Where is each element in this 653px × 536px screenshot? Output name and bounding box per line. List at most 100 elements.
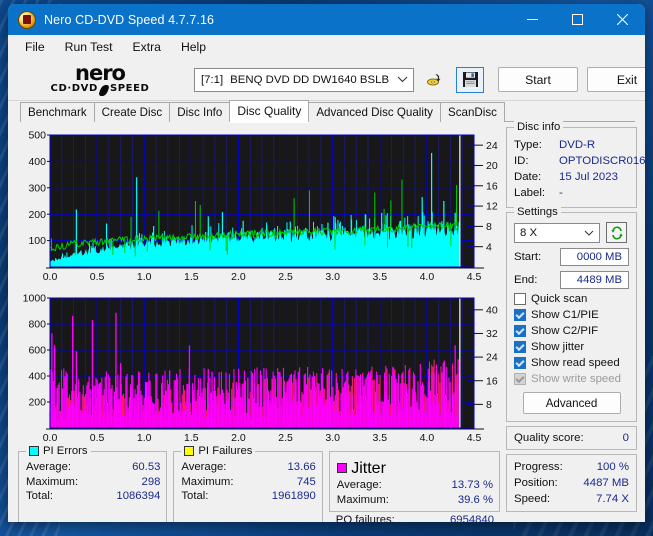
toolbar: nero CD·DVD SPEED [7:1] BENQ DVD DD DW16…: [8, 59, 645, 101]
refresh-speed-button[interactable]: [606, 222, 627, 243]
checkbox-box: [514, 357, 526, 369]
maximize-button[interactable]: [555, 4, 600, 35]
menu-file[interactable]: File: [16, 37, 54, 57]
svg-text:4: 4: [486, 241, 492, 253]
label: Total:: [26, 490, 54, 502]
eject-disc-button[interactable]: [421, 66, 449, 93]
label: Average:: [26, 461, 72, 473]
jitter-maximum-row: Maximum: 39.6 %: [337, 493, 493, 508]
tab-disc-quality[interactable]: Disc Quality: [229, 100, 310, 122]
tab-scandisc[interactable]: ScanDisc: [439, 102, 505, 122]
quality-score-label: Quality score:: [514, 432, 584, 444]
jitter-legend: Jitter: [336, 460, 493, 478]
checkbox-label: Show jitter: [531, 341, 585, 353]
position-row: Position: 4487 MB: [514, 475, 629, 491]
quality-score-value: 0: [622, 432, 629, 444]
checkbox-quick-scan[interactable]: Quick scan: [514, 293, 629, 305]
save-results-button[interactable]: [456, 66, 484, 93]
settings-group: Settings 8 X Start: 0000 MB End: 4489 MB…: [506, 206, 637, 422]
tab-advanced-disc-quality[interactable]: Advanced Disc Quality: [308, 102, 441, 122]
statistics-row: PI Errors Average: 60.53 Maximum: 298 To…: [18, 445, 500, 522]
drive-select[interactable]: [7:1] BENQ DVD DD DW1640 BSLB: [194, 67, 414, 92]
value: 7.74 X: [596, 493, 629, 505]
pi-failures-total-row: Total: 1961890: [181, 489, 315, 504]
label: ID:: [514, 155, 529, 167]
checkbox-box: [514, 373, 526, 385]
svg-text:1.0: 1.0: [137, 271, 152, 283]
app-window: Nero CD-DVD Speed 4.7.7.16 File Run Test…: [8, 4, 645, 522]
svg-text:8: 8: [486, 399, 492, 411]
close-button[interactable]: [600, 4, 645, 35]
tab-benchmark[interactable]: Benchmark: [20, 102, 95, 122]
disc-date-row: Date: 15 Jul 2023: [514, 169, 629, 185]
disc-info-group: Disc info Type: DVD-R ID: OPTODISCR016 D…: [506, 121, 645, 208]
checkbox-box: [514, 341, 526, 353]
label: Date:: [514, 171, 542, 183]
svg-text:200: 200: [28, 209, 46, 221]
svg-text:600: 600: [28, 345, 46, 357]
jitter-color-swatch: [336, 463, 347, 473]
checkbox-label: Quick scan: [531, 293, 588, 305]
end-input[interactable]: 4489 MB: [560, 271, 629, 289]
speed-select[interactable]: 8 X: [514, 222, 600, 243]
checkbox-label: Show C2/PIF: [531, 325, 599, 337]
svg-text:2.0: 2.0: [231, 432, 246, 444]
drive-index: [7:1]: [201, 73, 224, 86]
label: Average:: [181, 461, 227, 473]
svg-text:2.5: 2.5: [278, 432, 293, 444]
svg-text:3.5: 3.5: [372, 271, 387, 283]
tab-create-disc[interactable]: Create Disc: [93, 102, 171, 122]
svg-text:4.5: 4.5: [467, 432, 482, 444]
quality-score-box: Quality score: 0: [506, 426, 637, 450]
pi-errors-stats: PI Errors Average: 60.53 Maximum: 298 To…: [18, 445, 168, 522]
checkbox-box: [514, 309, 526, 321]
svg-text:2.0: 2.0: [231, 271, 246, 283]
svg-text:4.5: 4.5: [467, 271, 482, 283]
svg-text:16: 16: [486, 180, 498, 192]
pi-failures-jitter-chart[interactable]: 200 400 600 800 1000 8 16 24 32 40 0.0 0.5 1.0 1.5 2.0…: [18, 290, 500, 448]
advanced-button[interactable]: Advanced: [522, 392, 621, 414]
minimize-button[interactable]: [510, 4, 555, 35]
value: 4487 MB: [583, 477, 629, 489]
jitter-title: Jitter: [351, 460, 386, 477]
svg-text:100: 100: [28, 235, 46, 247]
checkbox-show-read-speed[interactable]: Show read speed: [514, 357, 629, 369]
logo-nero-text: nero: [75, 61, 126, 85]
value: 15 Jul 2023: [559, 171, 618, 183]
jitter-group: Jitter Average: 13.73 % Maximum: 39.6 %: [328, 451, 500, 512]
refresh-speed-icon: [610, 225, 623, 240]
svg-text:0.0: 0.0: [43, 432, 58, 444]
nero-logo: nero CD·DVD SPEED: [16, 61, 184, 99]
exit-button[interactable]: Exit: [587, 67, 645, 92]
disc-quality-panel: 100 200 300 400 500 4 8 12 16 20 24 0.0 0.5 1.0 1.5 2.0…: [8, 121, 645, 522]
pi-errors-chart[interactable]: 100 200 300 400 500 4 8 12 16 20 24 0.0 0.5 1.0 1.5 2.0…: [18, 127, 500, 287]
svg-text:0.0: 0.0: [43, 271, 58, 283]
menu-run-test[interactable]: Run Test: [56, 37, 122, 57]
checkbox-show-c2-pif[interactable]: Show C2/PIF: [514, 325, 629, 337]
label: Label:: [514, 187, 546, 199]
svg-text:500: 500: [28, 130, 46, 142]
start-button[interactable]: Start: [498, 67, 578, 92]
pi-failures-legend: PI Failures: [181, 445, 256, 457]
tab-disc-info[interactable]: Disc Info: [169, 102, 231, 122]
menu-extra[interactable]: Extra: [124, 37, 170, 57]
progress-box: Progress: 100 % Position: 4487 MB Speed:…: [506, 454, 637, 512]
pi-errors-legend: PI Errors: [26, 445, 91, 457]
window-controls: [510, 4, 645, 35]
label: Speed:: [514, 493, 551, 505]
checkbox-show-c1-pie[interactable]: Show C1/PIE: [514, 309, 629, 321]
label: Position:: [514, 477, 558, 489]
svg-text:16: 16: [486, 375, 498, 387]
menu-help[interactable]: Help: [172, 37, 215, 57]
checkbox-label: Show C1/PIE: [531, 309, 599, 321]
logo-cddvd-text: CD·DVD: [50, 83, 98, 94]
pi-errors-total-row: Total: 1086394: [26, 489, 160, 504]
checkbox-show-jitter[interactable]: Show jitter: [514, 341, 629, 353]
value: 60.53: [132, 461, 161, 473]
start-input[interactable]: 0000 MB: [560, 248, 629, 266]
charts-column: 100 200 300 400 500 4 8 12 16 20 24 0.0 0.5 1.0 1.5 2.0…: [18, 127, 500, 522]
svg-text:200: 200: [28, 397, 46, 409]
svg-text:8: 8: [486, 221, 492, 233]
floppy-save-icon: [462, 72, 478, 87]
svg-text:12: 12: [486, 201, 498, 213]
